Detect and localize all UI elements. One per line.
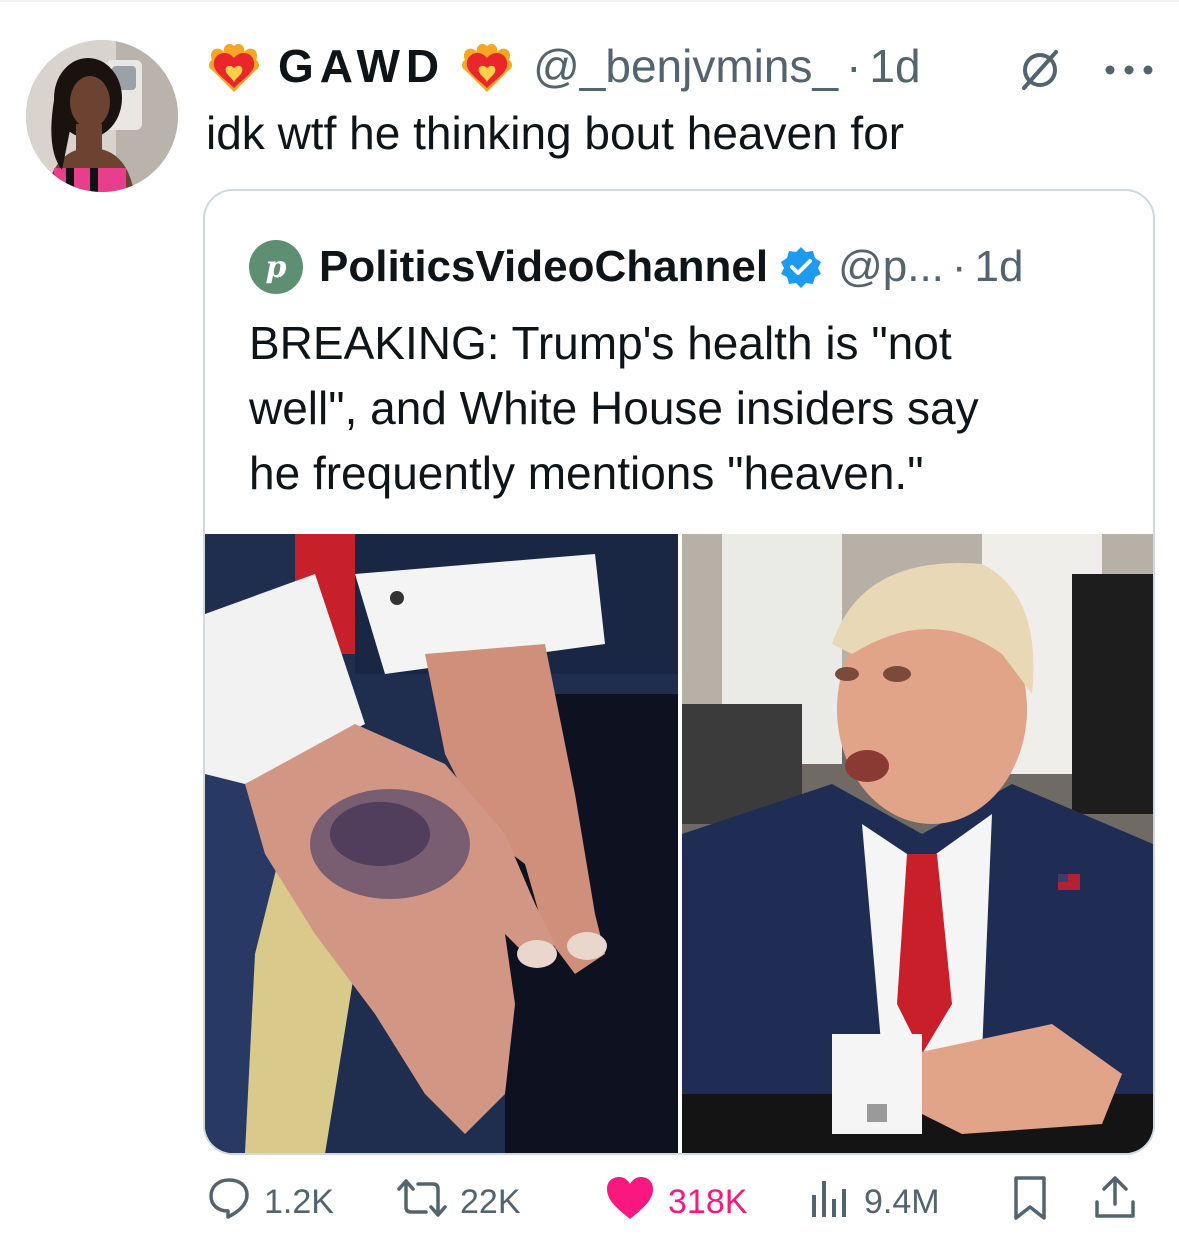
quoted-author-handle[interactable]: @p...	[838, 242, 944, 292]
heart-filled-icon	[604, 1175, 668, 1230]
quoted-text-line: well", and White House insiders say	[249, 382, 979, 434]
repost-count: 22K	[460, 1182, 521, 1221]
bookmark-button[interactable]	[1010, 1170, 1062, 1234]
quoted-text-line: he frequently mentions "heaven."	[249, 447, 924, 499]
author-avatar[interactable]	[26, 40, 178, 192]
photo-speaker[interactable]	[682, 534, 1153, 1153]
quoted-author-avatar[interactable]: p	[249, 240, 303, 294]
share-icon	[1092, 1174, 1150, 1231]
quoted-author-name[interactable]: PoliticsVideoChannel	[319, 242, 768, 292]
reply-count: 1.2K	[264, 1182, 334, 1221]
grok-icon[interactable]	[1018, 48, 1062, 92]
verified-badge-icon	[778, 244, 824, 290]
separator-dot: ·	[846, 40, 862, 92]
heart-on-fire-icon	[459, 38, 515, 94]
reply-icon	[206, 1175, 264, 1230]
tweet-time[interactable]: 1d	[869, 39, 920, 93]
author-display-name[interactable]: GAWD	[278, 39, 445, 93]
author-handle[interactable]: @_benjvmins_	[533, 39, 838, 93]
repost-button[interactable]: 22K	[396, 1170, 521, 1234]
views-bar-chart-icon	[806, 1175, 864, 1230]
top-divider	[0, 0, 1179, 2]
views-button[interactable]: 9.4M	[806, 1170, 940, 1234]
quoted-tweet-card[interactable]: p PoliticsVideoChannel @p... · 1d BREAKI…	[203, 189, 1155, 1155]
tweet-header: GAWD @_benjvmins_ · 1d	[206, 34, 1156, 98]
repost-icon	[396, 1175, 460, 1230]
reply-button[interactable]: 1.2K	[206, 1170, 334, 1234]
heart-on-fire-icon	[206, 38, 262, 94]
tweet-text: idk wtf he thinking bout heaven for	[206, 107, 905, 159]
like-button[interactable]: 318K	[604, 1170, 747, 1234]
separator-dot: ·	[951, 242, 967, 291]
quoted-tweet-header: p PoliticsVideoChannel @p... · 1d	[249, 239, 1024, 295]
more-options-icon[interactable]	[1102, 60, 1156, 80]
like-count: 318K	[668, 1182, 748, 1221]
quoted-text-line: BREAKING: Trump's health is "not	[249, 317, 952, 369]
tweet-action-bar: 1.2K 22K 318K 9.4M	[0, 1170, 1179, 1234]
photo-hands[interactable]	[205, 534, 678, 1153]
bookmark-icon	[1010, 1174, 1062, 1231]
views-count: 9.4M	[864, 1182, 940, 1221]
share-button[interactable]	[1092, 1170, 1150, 1234]
quoted-tweet-time[interactable]: 1d	[975, 242, 1024, 292]
quoted-tweet-text: BREAKING: Trump's health is "not well", …	[249, 311, 1109, 506]
